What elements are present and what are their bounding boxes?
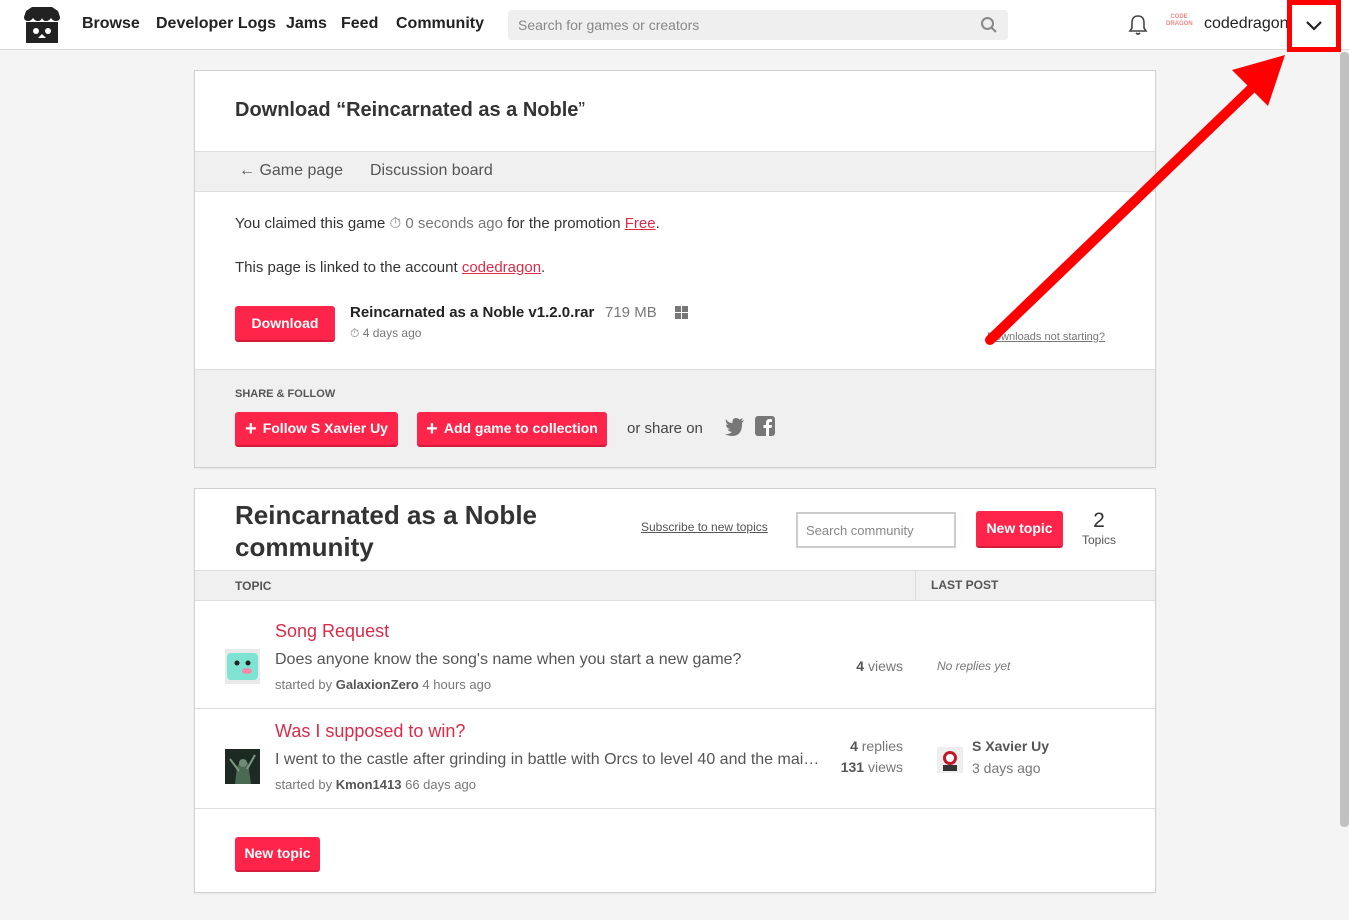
- topic-stats: 4 views: [856, 656, 903, 677]
- file-name: Reincarnated as a Noble v1.2.0.rar: [350, 304, 595, 321]
- community-card: Reincarnated as a Noble community Subscr…: [194, 488, 1156, 893]
- views-stat: 131 views: [841, 757, 903, 778]
- file-date: ⏱ 4 days ago: [350, 326, 421, 341]
- community-title: Reincarnated as a Noble community: [235, 500, 537, 562]
- download-card: Download “Reincarnated as a Noble” ← Gam…: [194, 70, 1156, 468]
- site-search: [508, 10, 1008, 40]
- topics-count: 2 Topics: [1081, 509, 1117, 547]
- community-search-input[interactable]: [798, 514, 948, 546]
- column-last-post: LAST POST: [915, 571, 998, 600]
- follow-label: Follow S Xavier Uy: [262, 420, 388, 436]
- stopwatch-icon: ⏱: [350, 326, 360, 340]
- plus-icon: +: [426, 418, 438, 440]
- itch-logo-icon[interactable]: [22, 7, 62, 45]
- column-topic: TOPIC: [235, 579, 272, 593]
- linked-text: This page is linked to the account: [235, 259, 458, 276]
- topics-count-number: 2: [1093, 509, 1105, 532]
- twitter-icon[interactable]: [725, 418, 745, 436]
- user-menu-dropdown-button[interactable]: [1287, 0, 1341, 52]
- topic-title-link[interactable]: Was I supposed to win?: [275, 721, 465, 742]
- views-count: 131: [840, 759, 865, 775]
- file-size: 719 MB: [605, 304, 657, 321]
- stopwatch-icon: ⏱: [389, 215, 402, 232]
- topics-count-label: Topics: [1081, 533, 1116, 547]
- facebook-icon[interactable]: [755, 416, 775, 436]
- new-topic-bottom-button[interactable]: New topic: [235, 837, 320, 872]
- topics-table-header: TOPIC LAST POST: [195, 570, 1155, 601]
- replies-label: replies: [861, 738, 903, 754]
- avatar[interactable]: CODE DRAGON: [1166, 14, 1193, 34]
- topic-meta: started by Kmon1413 66 days ago: [275, 777, 476, 792]
- collection-label: Add game to collection: [443, 420, 598, 436]
- title-prefix: Download “: [235, 99, 347, 121]
- linked-line: This page is linked to the account coded…: [235, 259, 545, 276]
- search-icon[interactable]: [980, 16, 998, 34]
- topic-excerpt: Does anyone know the song's name when yo…: [275, 651, 742, 668]
- views-label: views: [867, 759, 903, 775]
- last-post-time: 3 days ago: [972, 760, 1041, 776]
- topic-time: 4 hours ago: [422, 677, 492, 692]
- topic-title-link[interactable]: Song Request: [275, 621, 389, 642]
- started-by: started by: [275, 677, 333, 692]
- tab-game-page-label: Game page: [259, 162, 344, 179]
- tab-game-page[interactable]: ← Game page: [239, 162, 343, 180]
- follow-button[interactable]: + Follow S Xavier Uy: [235, 412, 398, 447]
- views-count: 4: [856, 658, 865, 674]
- site-header: Browse Developer Logs Jams Feed Communit…: [0, 0, 1349, 52]
- replies-count: 4: [850, 738, 858, 754]
- bell-icon[interactable]: [1128, 14, 1148, 36]
- page-scrollbar[interactable]: [1340, 52, 1349, 827]
- topic-author[interactable]: Kmon1413: [336, 777, 402, 792]
- page-title: Download “Reincarnated as a Noble”: [235, 99, 585, 122]
- topic-time: 66 days ago: [405, 777, 476, 792]
- community-search: [796, 512, 956, 548]
- arrow-left-icon: ←: [239, 162, 255, 179]
- game-title: Reincarnated as a Noble: [346, 99, 579, 121]
- avatar[interactable]: [225, 749, 260, 784]
- avatar[interactable]: [225, 649, 260, 684]
- nav-jams[interactable]: Jams: [286, 15, 327, 33]
- page-tabs: ← Game page Discussion board: [195, 151, 1155, 192]
- promo-link[interactable]: Free: [625, 215, 656, 232]
- title-suffix: ”: [578, 99, 586, 121]
- views-label: views: [867, 658, 903, 674]
- download-button[interactable]: Download: [235, 306, 335, 342]
- add-to-collection-button[interactable]: + Add game to collection: [417, 412, 607, 447]
- topic-meta: started by GalaxionZero 4 hours ago: [275, 677, 491, 692]
- period: .: [655, 215, 660, 232]
- topic-excerpt: I went to the castle after grinding in b…: [275, 751, 820, 768]
- nav-community[interactable]: Community: [396, 15, 484, 33]
- table-row: Was I supposed to win? I went to the cas…: [195, 709, 1155, 809]
- share-on-label: or share on: [627, 420, 703, 437]
- chevron-down-icon: [1306, 21, 1322, 31]
- nav-developer-logs[interactable]: Developer Logs: [156, 15, 276, 33]
- claimed-text: You claimed this game: [235, 215, 386, 232]
- nav-feed[interactable]: Feed: [341, 15, 378, 33]
- share-heading: SHARE & FOLLOW: [235, 388, 336, 400]
- replies-stat: 4 replies: [841, 736, 903, 757]
- nav-browse[interactable]: Browse: [82, 15, 140, 33]
- new-topic-button[interactable]: New topic: [976, 511, 1063, 548]
- last-post-empty: No replies yet: [937, 659, 1011, 673]
- topic-stats: 4 replies 131 views: [841, 736, 903, 778]
- username[interactable]: codedragon: [1204, 15, 1289, 33]
- table-row: Song Request Does anyone know the song's…: [195, 609, 1155, 709]
- plus-icon: +: [245, 418, 257, 440]
- file-date-text: 4 days ago: [362, 326, 422, 340]
- search-input[interactable]: [508, 10, 968, 40]
- share-follow-section: SHARE & FOLLOW + Follow S Xavier Uy + Add …: [195, 369, 1155, 467]
- topic-author[interactable]: GalaxionZero: [336, 677, 419, 692]
- last-post-author[interactable]: S Xavier Uy: [972, 738, 1049, 754]
- windows-icon: [675, 306, 688, 319]
- claimed-line: You claimed this game ⏱ 0 seconds ago fo…: [235, 215, 660, 232]
- claimed-time: 0 seconds ago: [405, 215, 503, 232]
- period: .: [541, 259, 546, 276]
- subscribe-link[interactable]: Subscribe to new topics: [641, 520, 768, 534]
- avatar[interactable]: [937, 747, 963, 773]
- downloads-help-link[interactable]: Downloads not starting?: [987, 331, 1105, 343]
- promo-text: for the promotion: [507, 215, 621, 232]
- tab-discussion-board[interactable]: Discussion board: [370, 162, 493, 180]
- started-by: started by: [275, 777, 333, 792]
- account-link[interactable]: codedragon: [462, 259, 541, 276]
